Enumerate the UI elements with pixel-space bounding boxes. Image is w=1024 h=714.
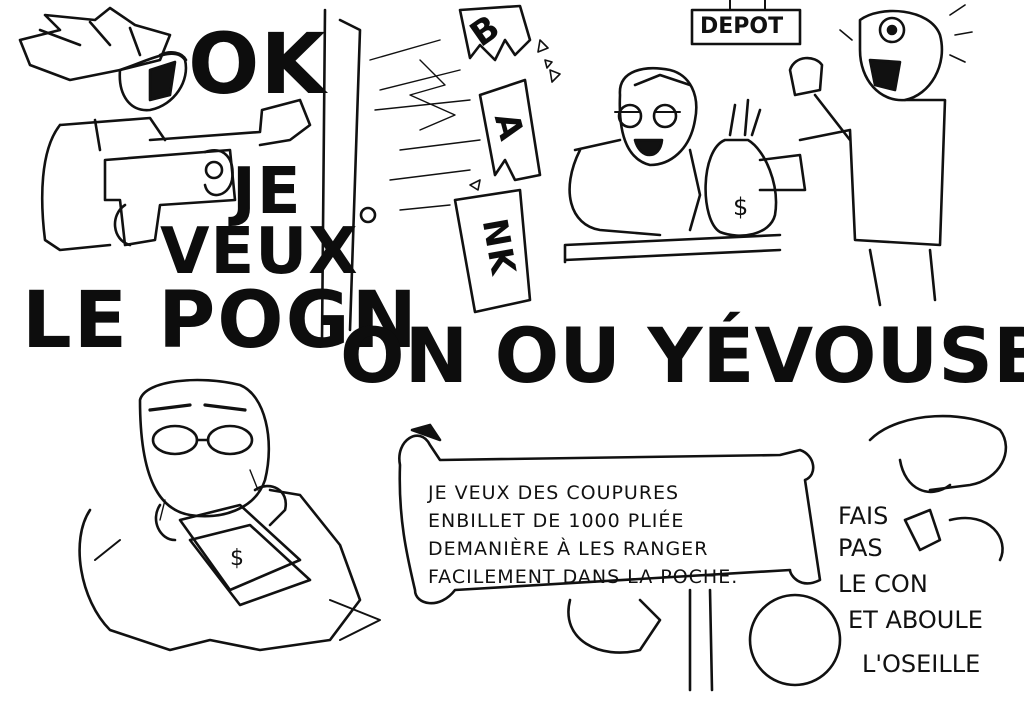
- side-line-3: LE CON: [838, 570, 928, 598]
- side-line-1: FAIS: [838, 502, 889, 530]
- side-line-2: PAS: [838, 534, 883, 562]
- comic-page: $ $ OK JE VEUX B A NK DEPOT LE POGN ON O…: [0, 0, 1024, 714]
- banknote-symbol: $: [230, 546, 244, 571]
- sign-line-4: FACILEMENT DANS LA POCHE.: [428, 566, 739, 588]
- side-line-4: ET ABOULE: [848, 606, 983, 634]
- bank-sign-letter-3: NK: [473, 215, 524, 279]
- sign-line-1: JE VEUX DES COUPURES: [428, 482, 680, 504]
- counter-scene: $: [563, 0, 973, 307]
- banker-figure: $: [78, 378, 381, 652]
- depot-sign: DEPOT: [700, 14, 784, 39]
- sign-line-3: DEMANIÈRE À LES RANGER: [428, 538, 709, 560]
- shout-ok: OK: [188, 15, 327, 113]
- headline-right: ON OU YÉVOUSBUTE: [340, 311, 1024, 400]
- side-line-5: L'OSEILLE: [862, 650, 981, 678]
- sign-line-2: ENBILLET DE 1000 PLIÉE: [428, 510, 685, 532]
- shout-veux: VEUX: [160, 215, 359, 289]
- money-bag-symbol: $: [733, 193, 748, 221]
- broken-bank-sign: [369, 4, 561, 314]
